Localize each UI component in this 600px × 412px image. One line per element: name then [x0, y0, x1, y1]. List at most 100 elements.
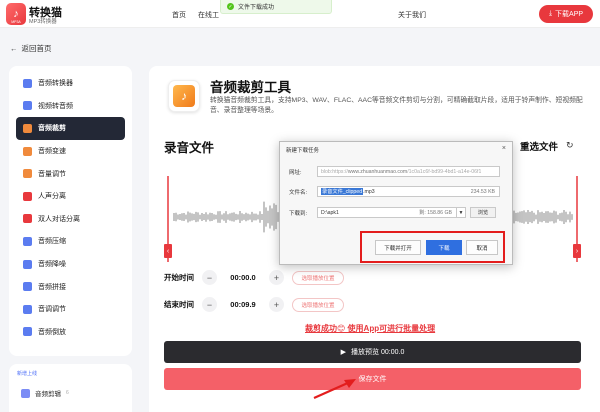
new-section-label: 新增上线	[17, 371, 38, 377]
url-label: 网址:	[289, 169, 302, 176]
start-time-value[interactable]: 00:00.0	[217, 273, 269, 282]
download-app-label: 下载APP	[555, 11, 584, 18]
save-file-button[interactable]: 保存文件	[164, 368, 581, 390]
url-host: www.zhuanhuanmao.com	[347, 168, 408, 175]
page-title: 音频裁剪工具	[210, 80, 291, 95]
sidebar-item-4[interactable]: 音量调节	[9, 162, 132, 185]
sidebar-item-9[interactable]: 音频拼接	[9, 275, 132, 298]
sidebar-item-label: 音频变速	[38, 148, 66, 156]
download-and-open-button[interactable]: 下载并打开	[375, 240, 421, 255]
sidebar-item-11[interactable]: 音频倒放	[9, 321, 132, 344]
sidebar-item-label: 音频剪辑	[35, 391, 61, 398]
download-icon: ⤓	[548, 10, 553, 17]
sidebar-item-6[interactable]: 双人对话分离	[9, 208, 132, 231]
filename-label: 文件名:	[289, 189, 308, 196]
browse-button[interactable]: 浏览	[470, 207, 496, 218]
right-trim-handle[interactable]: ›	[573, 244, 581, 258]
start-pick-position-button[interactable]: 选取播放位置	[292, 270, 344, 285]
chevron-down-icon[interactable]: ▼	[457, 207, 466, 218]
tool-icon	[23, 259, 32, 269]
tool-icon	[23, 146, 32, 156]
download-success-toast: ✓ 文件下载成功	[220, 0, 332, 14]
url-prefix: blob:https://	[321, 168, 348, 175]
start-time-stepper: − 00:00.0 +	[202, 270, 284, 285]
sidebar-item-8[interactable]: 音频降噪	[9, 253, 132, 276]
tool-icon	[23, 169, 32, 179]
minus-icon[interactable]: −	[202, 270, 217, 285]
scissors-icon	[21, 388, 30, 398]
recording-title: 录音文件	[164, 141, 215, 155]
url-field[interactable]: blob:https://www.zhuanhuanmao.com/1c0a1c…	[317, 166, 500, 177]
logo-tiny-text: MP3A	[11, 20, 21, 24]
end-time-row: 结束时间 − 00:09.9 + 选取播放位置	[164, 297, 344, 312]
arrow-left-icon: ←	[10, 44, 18, 53]
plus-icon[interactable]: +	[269, 297, 284, 312]
logo-glyph: ♪	[13, 8, 19, 20]
left-trim-handle[interactable]: ‹	[164, 244, 172, 258]
clip-success-link[interactable]: 裁剪成功😊 使用App可进行批量处理	[305, 323, 435, 334]
sidebar-item-audio-edit[interactable]: 音频剪辑 6	[21, 388, 69, 398]
sidebar-item-label: 音频拼接	[38, 283, 66, 291]
new-badge: 6	[66, 390, 69, 396]
saveto-field[interactable]: D:\apk1 剩: 158.86 GB	[317, 207, 457, 218]
sidebar-item-5[interactable]: 人声分离	[9, 185, 132, 208]
sidebar-item-2[interactable]: 音频裁剪	[16, 117, 125, 140]
url-rest: /1c0a1c6f-bd99-4bd1-a14e-06f1	[407, 168, 482, 175]
sidebar-item-3[interactable]: 音频变速	[9, 140, 132, 163]
nav-online-tools[interactable]: 在线工	[198, 10, 219, 20]
end-time-value[interactable]: 00:09.9	[217, 300, 269, 309]
nav-home[interactable]: 首页	[172, 10, 186, 20]
back-home-link[interactable]: ← 返回首页	[10, 43, 52, 54]
free-space: 剩: 158.86 GB	[419, 210, 452, 216]
sidebar-item-label: 音频压缩	[38, 238, 66, 246]
filename-field[interactable]: 录音文件_clipped .mp3 234.53 KB	[317, 186, 500, 197]
tool-icon	[23, 236, 32, 246]
filename-ext: .mp3	[363, 188, 375, 195]
dialog-url-row: 网址: blob:https://www.zhuanhuanmao.com/1c…	[289, 166, 500, 177]
tool-icon	[23, 78, 32, 88]
minus-icon[interactable]: −	[202, 297, 217, 312]
end-pick-position-button[interactable]: 选取播放位置	[292, 297, 344, 312]
tool-icon	[23, 304, 32, 314]
check-icon: ✓	[227, 3, 234, 10]
saveto-label: 下载到:	[289, 210, 308, 217]
play-icon: ▶	[340, 349, 347, 356]
sidebar-item-label: 视频转音频	[38, 102, 73, 110]
saveto-path: D:\apk1	[321, 209, 339, 216]
play-preview-label: 播放预览 00:00.0	[351, 349, 405, 356]
nav-about[interactable]: 关于我们	[398, 10, 426, 20]
logo-icon[interactable]: ♪ MP3A	[6, 3, 26, 25]
start-time-row: 开始时间 − 00:00.0 + 选取播放位置	[164, 270, 344, 285]
sidebar-item-label: 音量调节	[38, 170, 66, 178]
plus-icon[interactable]: +	[269, 270, 284, 285]
sidebar-item-7[interactable]: 音频压缩	[9, 230, 132, 253]
sidebar-item-10[interactable]: 音调调节	[9, 298, 132, 321]
close-icon[interactable]: ×	[502, 145, 506, 152]
sidebar-item-label: 双人对话分离	[38, 215, 80, 223]
end-time-stepper: − 00:09.9 +	[202, 297, 284, 312]
sidebar-item-0[interactable]: 音频转换器	[9, 72, 132, 95]
dialog-title: 新建下载任务	[286, 148, 320, 154]
download-button[interactable]: 下载	[426, 240, 462, 255]
play-preview-button[interactable]: ▶ 播放预览 00:00.0	[164, 341, 581, 363]
tool-icon	[23, 191, 32, 201]
start-time-label: 开始时间	[164, 273, 194, 282]
tool-icon	[23, 101, 32, 111]
tool-icon	[23, 327, 32, 337]
filename-selected-text: 录音文件_clipped	[321, 188, 364, 195]
tool-icon	[23, 214, 32, 224]
sidebar-item-label: 音频倒放	[38, 328, 66, 336]
cancel-button[interactable]: 取消	[466, 240, 498, 255]
refresh-icon[interactable]: ↻	[566, 140, 574, 151]
sidebar-item-label: 音调调节	[38, 306, 66, 314]
audio-cut-tool-icon: ♪	[168, 80, 200, 112]
back-home-label: 返回首页	[21, 44, 52, 53]
download-app-button[interactable]: ⤓ 下载APP	[539, 5, 593, 23]
sidebar-item-1[interactable]: 视频转音频	[9, 95, 132, 118]
brand-subtitle: MP3转换器	[29, 19, 57, 25]
dialog-saveto-row: 下载到: D:\apk1 剩: 158.86 GB ▼ 浏览	[289, 207, 496, 218]
file-size: 234.53 KB	[470, 188, 495, 195]
dialog-filename-row: 文件名: 录音文件_clipped .mp3 234.53 KB	[289, 186, 500, 197]
sidebar-item-label: 音频降噪	[38, 261, 66, 269]
reselect-file-button[interactable]: 重选文件	[520, 139, 558, 153]
